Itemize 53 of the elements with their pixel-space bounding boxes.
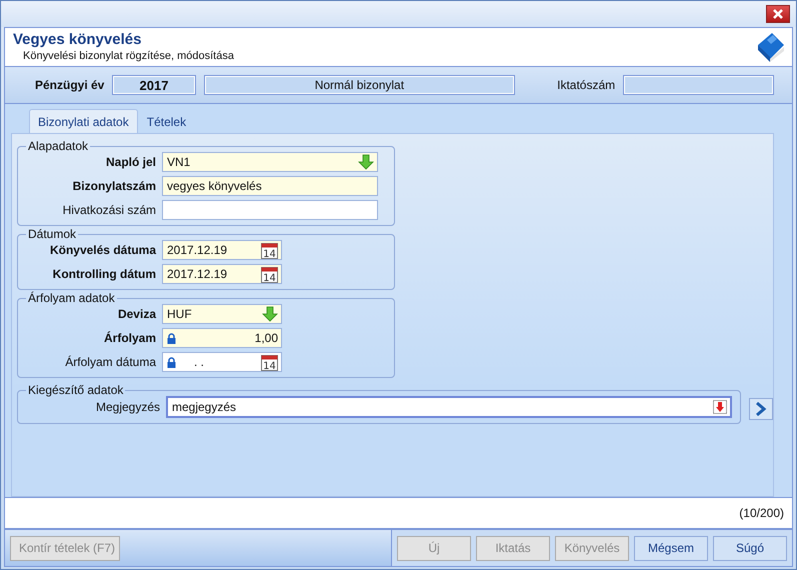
next-button[interactable] — [749, 398, 773, 420]
field-value: vegyes könyvelés — [167, 179, 263, 193]
field-label: Bizonylatszám — [72, 179, 156, 193]
chevron-right-icon — [755, 402, 768, 416]
tab[interactable]: Bizonylati adatok — [29, 109, 138, 133]
field-label: Könyvelés dátuma — [48, 243, 156, 257]
field-label: Megjegyzés — [94, 400, 160, 414]
calendar-icon[interactable]: 14 — [261, 242, 278, 258]
field-value: megjegyzés — [172, 400, 238, 414]
field-label: Árfolyam — [102, 331, 156, 345]
filing-number-label: Iktatószám — [557, 78, 616, 92]
action-button[interactable]: Mégsem — [634, 536, 708, 560]
field-label: Árfolyam dátuma — [64, 355, 156, 369]
calendar-icon[interactable]: 14 — [261, 354, 278, 370]
lock-icon — [167, 356, 176, 368]
input-field[interactable]: 2017.12.19 14 — [162, 240, 282, 260]
field-value: 1,00 — [254, 331, 278, 345]
group-title: Alapadatok — [27, 140, 90, 152]
down-arrow-icon[interactable] — [713, 400, 728, 414]
form-title: Vegyes könyvelés — [13, 31, 142, 49]
field-label: Napló jel — [104, 155, 156, 169]
field-value: HUF — [167, 307, 193, 321]
field-label: Deviza — [116, 307, 156, 321]
fiscal-year-field: 2017 — [112, 75, 196, 95]
field-value: 2017.12.19 — [167, 243, 228, 257]
calendar-icon[interactable]: 14 — [261, 266, 278, 282]
character-counter: (10/200) — [739, 506, 784, 520]
field-value: . . — [193, 355, 206, 369]
input-field[interactable]: VN1 — [162, 152, 378, 172]
lock-icon — [167, 332, 176, 344]
tab[interactable]: Tételek — [138, 111, 196, 133]
close-icon — [772, 8, 784, 20]
group-title: Kiegészítő adatok — [27, 384, 124, 396]
down-arrow-icon[interactable] — [262, 306, 278, 322]
group-title: Árfolyam adatok — [27, 292, 116, 304]
group-title: Dátumok — [27, 228, 78, 240]
field-label: Kontrolling dátum — [52, 267, 156, 281]
document-type-field: Normál bizonylat — [204, 75, 516, 95]
action-button[interactable]: Súgó — [713, 536, 787, 560]
field-value: 2017.12.19 — [167, 267, 228, 281]
input-field[interactable]: vegyes könyvelés — [162, 176, 378, 196]
fiscal-year-label: Pénzügyi év — [35, 78, 104, 92]
field-label: Hivatkozási szám — [62, 203, 156, 217]
form-subtitle: Könyvelési bizonylat rögzítése, módosítása — [22, 49, 234, 63]
input-field[interactable] — [162, 200, 378, 220]
input-field[interactable]: HUF — [162, 304, 282, 324]
field-value: VN1 — [167, 155, 192, 169]
down-arrow-icon[interactable] — [358, 154, 374, 170]
note-field[interactable]: megjegyzés — [166, 396, 732, 418]
input-field[interactable]: 1,00 — [162, 328, 282, 348]
close-button[interactable] — [766, 5, 790, 23]
input-field[interactable]: . . 14 — [162, 352, 282, 372]
input-field[interactable]: 2017.12.19 14 — [162, 264, 282, 284]
